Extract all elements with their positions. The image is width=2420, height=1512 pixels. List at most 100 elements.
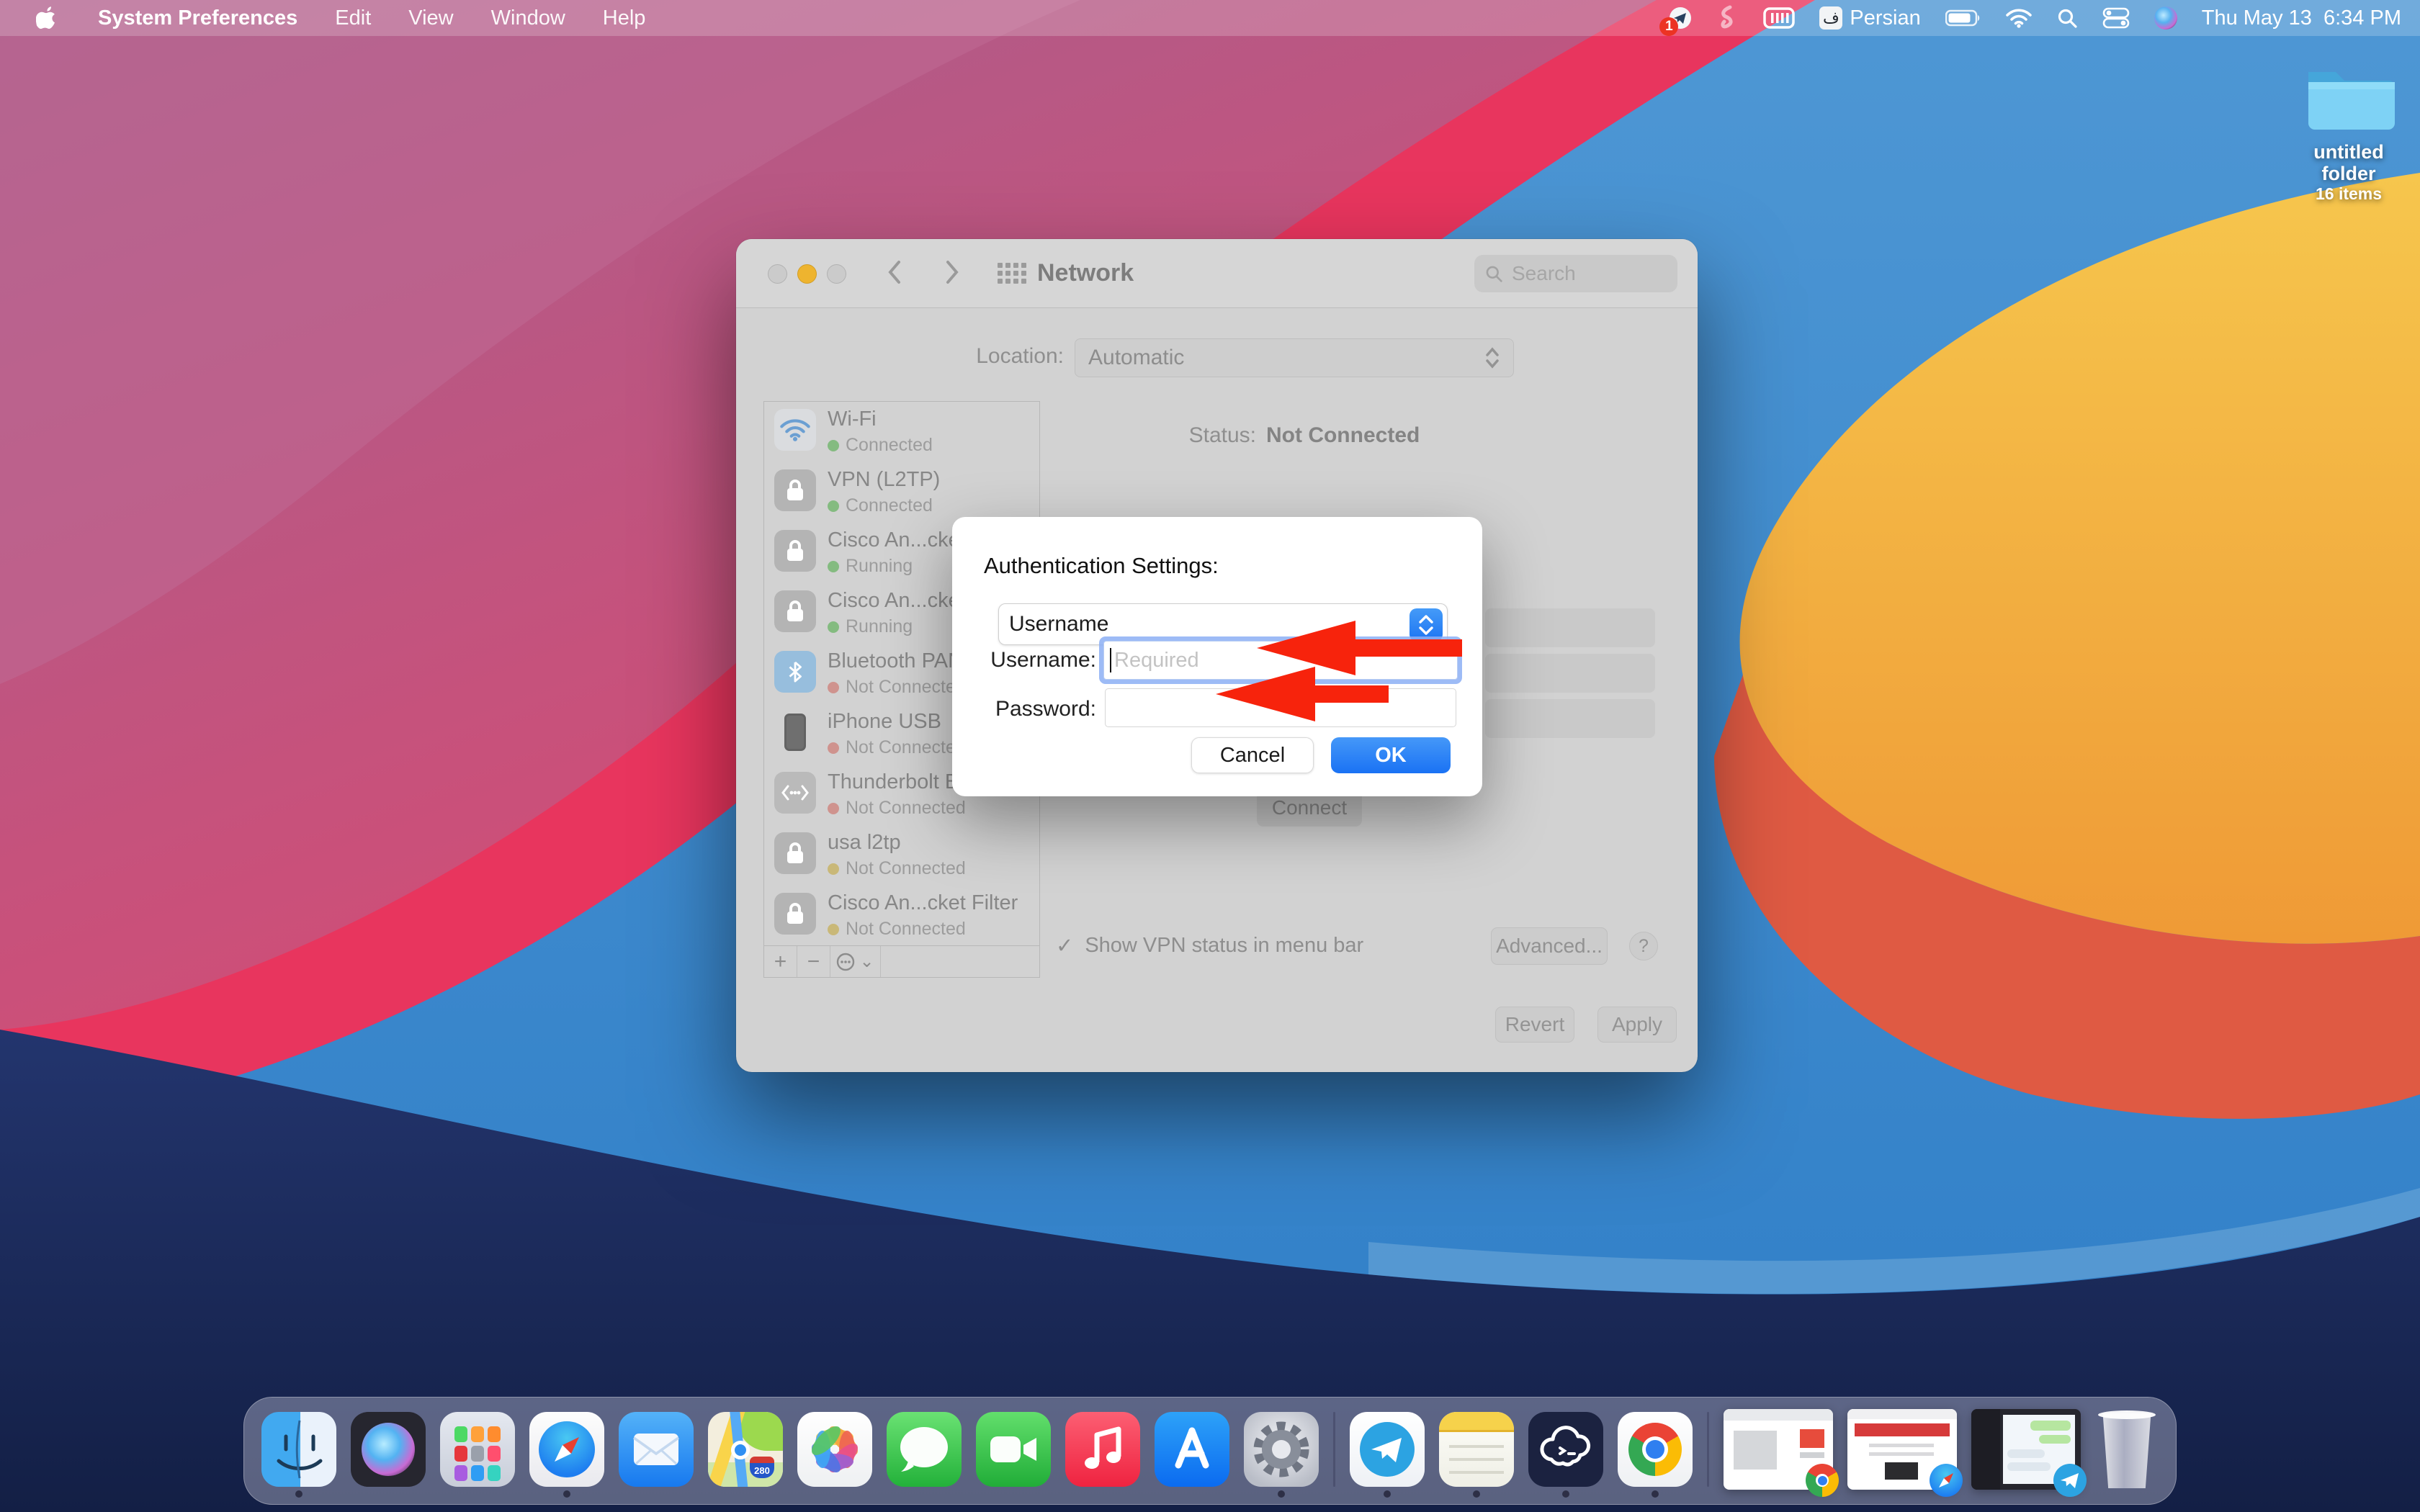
safari-compass — [539, 1421, 595, 1477]
status-dot — [828, 621, 839, 633]
help-button[interactable]: ? — [1629, 932, 1658, 960]
menu-help[interactable]: Help — [603, 6, 646, 30]
control-center-icon[interactable] — [2102, 7, 2130, 29]
dock-launchpad[interactable] — [440, 1412, 515, 1487]
revert-button[interactable]: Revert — [1495, 1007, 1574, 1043]
ok-button[interactable]: OK — [1331, 737, 1451, 773]
forward-icon[interactable] — [944, 258, 961, 287]
apply-button[interactable]: Apply — [1597, 1007, 1677, 1043]
apple-menu[interactable] — [36, 4, 60, 32]
minimize-button[interactable] — [797, 264, 817, 284]
dock-mail[interactable] — [619, 1412, 694, 1487]
password-label: Password: — [988, 697, 1096, 721]
vpn-status-checkbox[interactable]: ✓ Show VPN status in menu bar — [1056, 933, 1363, 958]
menu-edit[interactable]: Edit — [335, 6, 371, 30]
folder-item-count: 16 items — [2295, 184, 2403, 204]
service-name: Thunderbolt B — [828, 770, 959, 794]
notes-line — [1449, 1445, 1504, 1448]
cancel-button[interactable]: Cancel — [1191, 737, 1314, 773]
battery-icon[interactable] — [1945, 9, 1981, 27]
service-status: Connected — [828, 495, 933, 516]
show-all-icon[interactable] — [998, 263, 1026, 284]
safari-badge-icon — [1930, 1464, 1963, 1497]
telegram-circle — [1360, 1422, 1415, 1477]
menu-window[interactable]: Window — [491, 6, 565, 30]
sidebar-item-cisco-filter[interactable]: Cisco An...cket Filter Not Connected — [774, 886, 1038, 946]
spotlight-glyph — [2056, 7, 2078, 29]
zoom-button[interactable] — [827, 264, 846, 284]
menu-app-name[interactable]: System Preferences — [98, 6, 297, 30]
desktop: System Preferences Edit View Window Help… — [0, 0, 2420, 1512]
lock-icon — [774, 590, 816, 632]
username-input[interactable] — [1111, 648, 1399, 673]
chrome-badge-icon — [1806, 1464, 1839, 1497]
notes-line — [1449, 1471, 1504, 1474]
messages-bubble-icon — [887, 1412, 962, 1487]
menu-clock[interactable]: Thu May 13 6:34 PM — [2202, 6, 2401, 30]
wifi-icon[interactable] — [2006, 8, 2032, 28]
service-name: Cisco An...cket — [828, 528, 966, 552]
more-actions-button[interactable]: ⌄ — [830, 946, 881, 977]
service-status: Not Connected — [828, 737, 966, 758]
service-status-text: Running — [846, 616, 913, 637]
telegram-badge-icon — [2053, 1464, 2087, 1497]
dock-facetime[interactable] — [976, 1412, 1051, 1487]
sidebar-item-wifi[interactable]: Wi-Fi Connected — [774, 402, 1038, 462]
menu-view[interactable]: View — [408, 6, 453, 30]
dock-trash[interactable] — [2095, 1409, 2159, 1490]
dock-app-store[interactable] — [1155, 1412, 1229, 1487]
dock-music[interactable] — [1065, 1412, 1140, 1487]
dock-messages[interactable] — [887, 1412, 962, 1487]
advanced-button[interactable]: Advanced... — [1491, 927, 1608, 965]
password-input[interactable] — [1113, 689, 1448, 726]
dimmed-field-row — [1485, 699, 1655, 738]
notification-badge: 1 — [1659, 17, 1678, 36]
remove-service-button[interactable]: − — [797, 946, 830, 977]
dock-photos[interactable] — [797, 1412, 872, 1487]
siri-icon[interactable] — [2154, 6, 2177, 30]
wifi-glyph — [2006, 8, 2032, 28]
dock-telegram[interactable] — [1350, 1412, 1425, 1487]
search-input[interactable] — [1510, 261, 1654, 286]
dock-system-preferences[interactable] — [1244, 1412, 1319, 1487]
service-status: Running — [828, 556, 913, 577]
location-popup[interactable]: Automatic — [1075, 338, 1514, 377]
thumb-sidebar — [1971, 1409, 2000, 1490]
password-field — [1105, 688, 1456, 727]
dock-siri[interactable] — [351, 1412, 426, 1487]
iphone-icon — [774, 711, 816, 753]
minimized-telegram-window[interactable] — [1971, 1409, 2081, 1490]
notes-line — [1449, 1458, 1504, 1461]
dock-safari[interactable] — [529, 1412, 604, 1487]
dock-maps[interactable]: 280 — [708, 1412, 783, 1487]
dock-finder[interactable] — [261, 1412, 336, 1487]
sidebar-item-usa-l2tp[interactable]: usa l2tp Not Connected — [774, 825, 1038, 886]
window-title: Network — [1037, 259, 1134, 287]
telegram-menu-icon[interactable]: 1 — [1668, 6, 1693, 30]
minimized-safari-window[interactable] — [1847, 1409, 1957, 1490]
service-name: Cisco An...cket Filter — [828, 891, 1018, 915]
desktop-folder[interactable]: untitled folder 16 items — [2295, 60, 2403, 204]
squiggle-status-icon[interactable] — [1717, 4, 1739, 32]
search-field[interactable] — [1474, 255, 1677, 292]
keyboard-viewer-icon[interactable] — [1763, 7, 1795, 29]
sidebar-item-vpn-l2tp[interactable]: VPN (L2TP) Connected — [774, 462, 1038, 523]
add-service-button[interactable]: + — [764, 946, 797, 977]
window-titlebar[interactable]: Network — [736, 239, 1698, 308]
dock-chrome[interactable] — [1618, 1412, 1693, 1487]
checkbox-check-icon: ✓ — [1056, 933, 1073, 958]
thumb-block — [1885, 1462, 1918, 1480]
dock-vpn-cloud-app[interactable] — [1528, 1412, 1603, 1487]
service-status: Running — [828, 616, 913, 637]
lock-icon — [774, 530, 816, 572]
dock-notes[interactable] — [1439, 1412, 1514, 1487]
minimized-chrome-window[interactable] — [1724, 1409, 1833, 1490]
thumb-line — [1869, 1444, 1934, 1447]
close-button[interactable] — [768, 264, 787, 284]
launchpad-grid — [454, 1426, 501, 1481]
input-source-icon[interactable]: ف Persian — [1819, 6, 1920, 30]
spotlight-icon[interactable] — [2056, 7, 2078, 29]
back-icon[interactable] — [886, 258, 903, 287]
dimmed-field-row — [1485, 608, 1655, 647]
service-status-text: Not Connected — [846, 919, 966, 940]
